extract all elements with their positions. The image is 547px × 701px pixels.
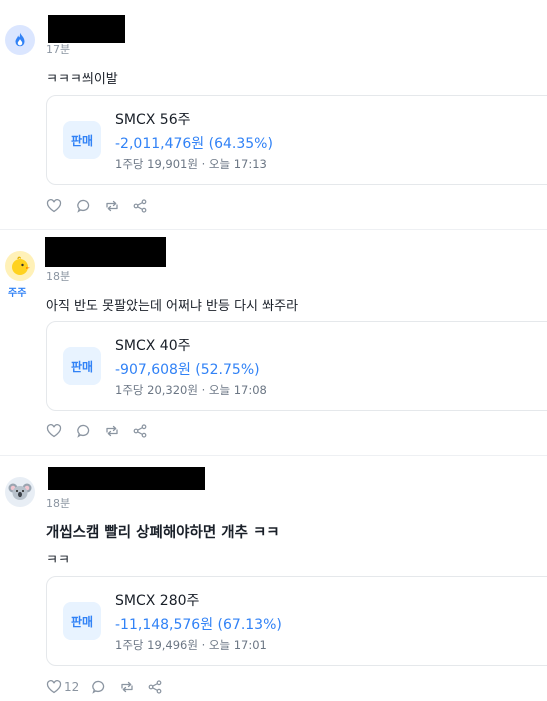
koala-icon bbox=[8, 483, 32, 500]
share-button[interactable] bbox=[147, 679, 163, 695]
redacted-username bbox=[45, 237, 166, 267]
post-actions: 12 bbox=[46, 679, 163, 695]
trade-meta: 1주당 19,901원 · 오늘 17:13 bbox=[115, 157, 267, 171]
flame-icon bbox=[15, 32, 25, 47]
repost-icon bbox=[106, 200, 118, 212]
redacted-username bbox=[48, 467, 205, 490]
comment-button[interactable] bbox=[76, 423, 92, 439]
like-button[interactable]: 12 bbox=[46, 679, 79, 695]
avatar[interactable] bbox=[5, 25, 35, 55]
post-actions bbox=[46, 198, 148, 214]
sell-tag: 판매 bbox=[63, 121, 101, 159]
share-icon bbox=[133, 424, 147, 438]
stock-quantity: SMCX 56주 bbox=[115, 112, 191, 128]
comment-button[interactable] bbox=[76, 198, 92, 214]
avatar[interactable] bbox=[5, 251, 35, 281]
stock-quantity: SMCX 280주 bbox=[115, 593, 200, 609]
heart-icon bbox=[46, 679, 62, 694]
post-2: 주주 18분 아직 반도 못팔았는데 어쩌냐 반등 다시 쏴주라 판매 SMCX… bbox=[0, 229, 547, 455]
shareholder-badge: 주주 bbox=[8, 288, 27, 299]
post-time: 18분 bbox=[46, 497, 71, 510]
post-1: 17분 ㅋㅋㅋ씌이발 판매 SMCX 56주 -2,011,476원 (64.3… bbox=[0, 0, 547, 229]
repost-button[interactable] bbox=[104, 198, 120, 214]
share-button[interactable] bbox=[132, 198, 148, 214]
comment-icon bbox=[77, 424, 90, 438]
post-title: 개씹스캠 빨리 상폐해야하면 개추 ㅋㅋ bbox=[46, 525, 280, 541]
profit-loss: -2,011,476원 (64.35%) bbox=[115, 136, 273, 152]
repost-icon bbox=[121, 681, 133, 693]
post-body: 아직 반도 못팔았는데 어쩌냐 반등 다시 쏴주라 bbox=[46, 299, 299, 314]
post-time: 17분 bbox=[46, 43, 71, 56]
like-count: 12 bbox=[64, 680, 80, 694]
redacted-username bbox=[48, 15, 125, 43]
heart-icon bbox=[46, 198, 62, 213]
profit-loss: -907,608원 (52.75%) bbox=[115, 362, 260, 378]
repost-button[interactable] bbox=[104, 423, 120, 439]
chick-icon bbox=[12, 256, 30, 275]
post-3: 18분 개씹스캠 빨리 상폐해야하면 개추 ㅋㅋ ㅋㅋ 판매 SMCX 280주… bbox=[0, 455, 547, 701]
trade-card[interactable]: 판매 SMCX 40주 -907,608원 (52.75%) 1주당 20,32… bbox=[46, 321, 547, 411]
post-body: ㅋㅋㅋ씌이발 bbox=[46, 72, 118, 87]
heart-icon bbox=[46, 423, 62, 438]
share-icon bbox=[148, 680, 162, 694]
trade-card[interactable]: 판매 SMCX 56주 -2,011,476원 (64.35%) 1주당 19,… bbox=[46, 95, 547, 185]
comment-icon bbox=[77, 199, 90, 213]
post-time: 18분 bbox=[46, 270, 71, 283]
repost-button[interactable] bbox=[119, 679, 135, 695]
share-button[interactable] bbox=[132, 423, 148, 439]
comment-button[interactable] bbox=[91, 679, 107, 695]
trade-card[interactable]: 판매 SMCX 280주 -11,148,576원 (67.13%) 1주당 1… bbox=[46, 576, 547, 666]
repost-icon bbox=[106, 425, 118, 437]
like-button[interactable] bbox=[46, 198, 64, 214]
share-icon bbox=[133, 199, 147, 213]
trade-meta: 1주당 20,320원 · 오늘 17:08 bbox=[115, 383, 267, 397]
comment-icon bbox=[92, 680, 105, 694]
sell-tag: 판매 bbox=[63, 347, 101, 385]
stock-quantity: SMCX 40주 bbox=[115, 338, 191, 354]
post-actions bbox=[46, 423, 148, 439]
avatar[interactable] bbox=[5, 477, 35, 507]
trade-meta: 1주당 19,496원 · 오늘 17:01 bbox=[115, 638, 267, 652]
like-button[interactable] bbox=[46, 423, 64, 439]
sell-tag: 판매 bbox=[63, 602, 101, 640]
profit-loss: -11,148,576원 (67.13%) bbox=[115, 617, 282, 633]
post-body: ㅋㅋ bbox=[46, 553, 70, 568]
